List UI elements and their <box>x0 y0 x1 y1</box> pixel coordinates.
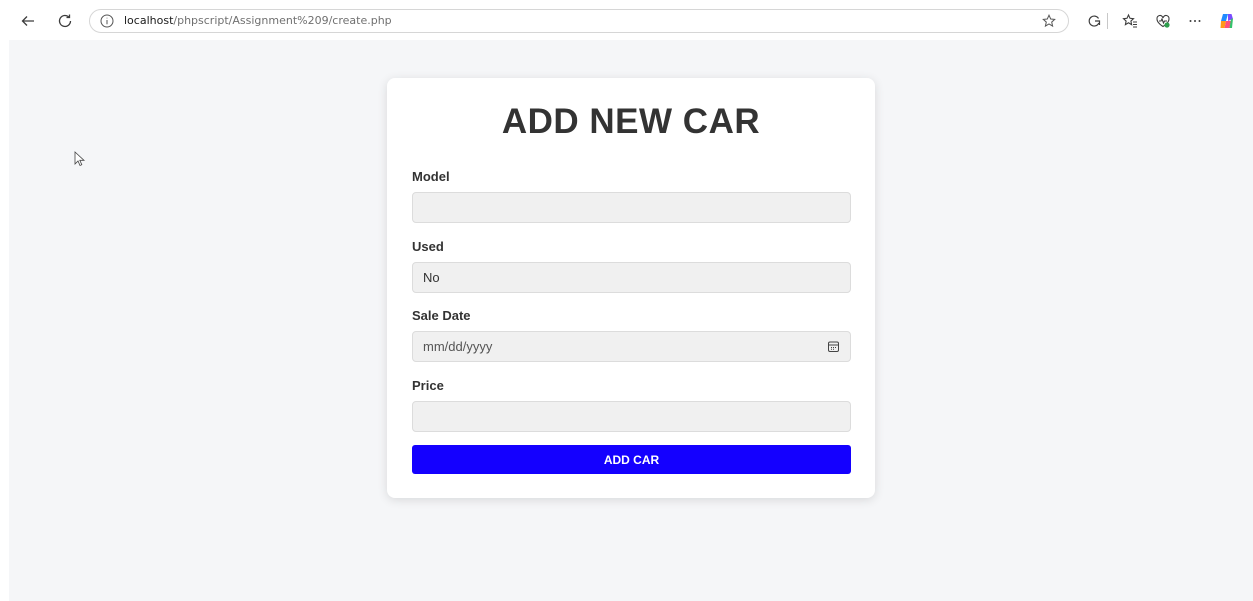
add-car-form-card: ADD NEW CAR Model Used No Sale Date mm/d… <box>387 78 875 498</box>
sale-date-placeholder: mm/dd/yyyy <box>423 339 493 354</box>
favorites-icon[interactable] <box>1117 8 1143 34</box>
add-car-button[interactable]: ADD CAR <box>412 445 851 474</box>
url-text: localhost/phpscript/Assignment%209/creat… <box>124 14 392 27</box>
address-bar[interactable]: localhost/phpscript/Assignment%209/creat… <box>89 9 1069 33</box>
info-icon[interactable] <box>100 14 114 28</box>
price-input[interactable] <box>412 401 851 432</box>
refresh-icon[interactable] <box>52 8 78 34</box>
model-input[interactable] <box>412 192 851 223</box>
sale-date-input[interactable]: mm/dd/yyyy <box>412 331 851 362</box>
toolbar-separator <box>1107 13 1108 29</box>
used-label: Used <box>412 239 444 254</box>
star-icon[interactable] <box>1042 14 1056 28</box>
collections-icon[interactable] <box>1081 8 1107 34</box>
price-label: Price <box>412 378 444 393</box>
model-label: Model <box>412 169 450 184</box>
page-viewport: ADD NEW CAR Model Used No Sale Date mm/d… <box>9 40 1253 601</box>
mouse-cursor-icon <box>74 151 86 167</box>
sale-date-label: Sale Date <box>412 308 471 323</box>
more-icon[interactable] <box>1182 8 1208 34</box>
url-path: /phpscript/Assignment%209/create.php <box>173 14 392 27</box>
back-arrow-icon[interactable] <box>15 8 41 34</box>
calendar-icon[interactable] <box>827 340 840 353</box>
browser-toolbar: localhost/phpscript/Assignment%209/creat… <box>0 0 1253 40</box>
url-host: localhost <box>124 14 174 27</box>
copilot-icon[interactable] <box>1214 8 1240 34</box>
page-title: ADD NEW CAR <box>501 102 761 141</box>
used-select[interactable]: No <box>412 262 851 293</box>
heart-pulse-icon[interactable] <box>1150 8 1176 34</box>
